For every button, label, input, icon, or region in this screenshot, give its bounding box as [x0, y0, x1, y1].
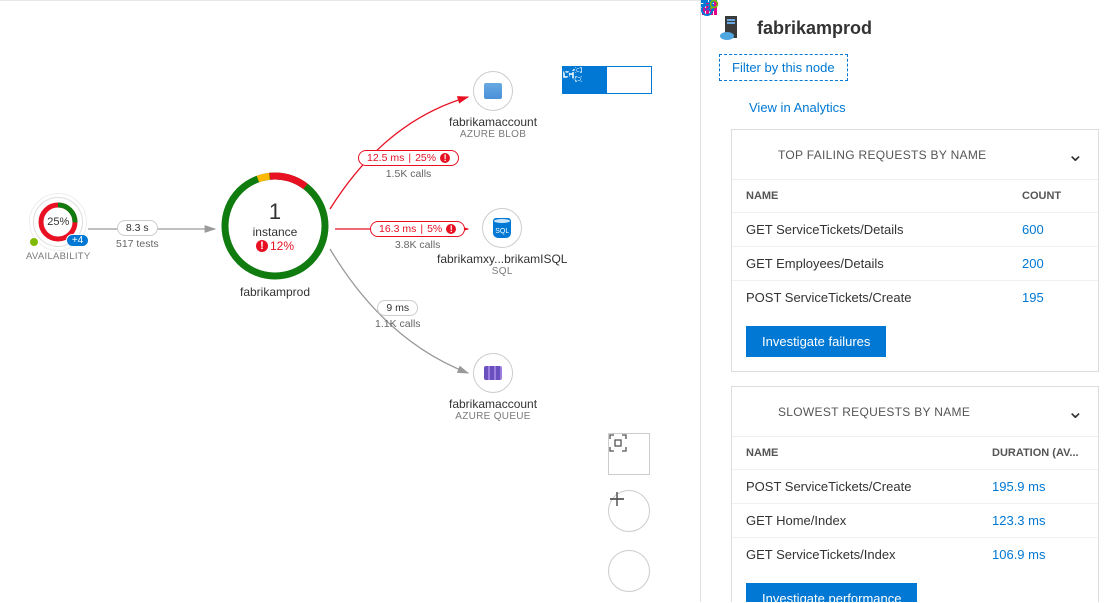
panel-header: fabrikamprod — [701, 0, 1109, 50]
view-mode-toggle — [562, 66, 652, 94]
instance-sub: instance — [253, 225, 298, 239]
blob-icon — [484, 83, 502, 99]
table-row[interactable]: POST ServiceTickets/Create195.9 ms — [732, 470, 1098, 504]
error-icon: ! — [440, 153, 450, 163]
table-row[interactable]: GET ServiceTickets/Details600 — [732, 213, 1098, 247]
table-row[interactable]: GET Home/Index123.3 ms — [732, 504, 1098, 538]
availability-label: AVAILABILITY — [26, 251, 91, 262]
instance-error-pct: 12% — [270, 239, 294, 253]
table-row[interactable]: POST ServiceTickets/Create195 — [732, 281, 1098, 315]
main-instance-node[interactable]: 1 instance !12% fabrikamprod — [220, 171, 330, 299]
card-header-failing[interactable]: TOP FAILING REQUESTS BY NAME ⌄ — [732, 130, 1098, 179]
performance-icon — [746, 400, 770, 424]
investigate-failures-button[interactable]: Investigate failures — [746, 326, 886, 357]
server-icon — [719, 14, 747, 42]
edge-label-blob: 12.5 ms|25%! 1.5K calls — [358, 149, 459, 180]
zoom-out-button[interactable] — [608, 550, 650, 592]
filter-by-node-button[interactable]: Filter by this node — [719, 54, 848, 81]
edge-latency: 8.3 s — [117, 220, 158, 236]
fit-to-screen-button[interactable] — [608, 433, 650, 475]
error-icon: ! — [256, 240, 268, 252]
slowest-requests-table: NAMEDURATION (AV... POST ServiceTickets/… — [732, 436, 1098, 571]
investigate-performance-button[interactable]: Investigate performance — [746, 583, 917, 602]
dependency-sql[interactable]: SQL fabrikamxy...brikamISQL SQL — [437, 208, 567, 277]
dependency-queue[interactable]: fabrikamaccount AZURE QUEUE — [449, 353, 537, 422]
chevron-down-icon: ⌄ — [1067, 399, 1084, 424]
edge-label-availability: 8.3 s 517 tests — [116, 219, 159, 250]
instance-name: fabrikamprod — [220, 285, 330, 299]
panel-title: fabrikamprod — [757, 18, 872, 39]
slowest-requests-card: SLOWEST REQUESTS BY NAME ⌄ NAMEDURATION … — [731, 386, 1099, 602]
application-map[interactable]: 25% +4 AVAILABILITY 8.3 s 517 tests 1 in… — [0, 0, 700, 602]
graph-icon — [563, 67, 583, 83]
details-panel: fabrikamprod Filter by this node View in… — [700, 0, 1109, 602]
analytics-icon — [719, 95, 743, 119]
globe-icon — [29, 237, 39, 247]
sql-icon: SQL — [493, 218, 511, 238]
queue-icon — [484, 366, 502, 380]
table-row[interactable]: GET Employees/Details200 — [732, 247, 1098, 281]
minus-icon — [608, 490, 626, 508]
view-in-analytics-link[interactable]: View in Analytics — [719, 95, 1091, 119]
graph-view-button[interactable] — [607, 67, 651, 93]
top-failing-requests-card: TOP FAILING REQUESTS BY NAME ⌄ NAMECOUNT… — [731, 129, 1099, 372]
availability-node[interactable]: 25% +4 AVAILABILITY — [26, 201, 91, 262]
edge-label-queue: 9 ms 1.1K calls — [375, 299, 421, 330]
chevron-down-icon: ⌄ — [1067, 142, 1084, 167]
availability-badge: +4 — [66, 234, 89, 247]
bar-chart-icon — [746, 143, 770, 167]
fit-icon — [609, 434, 627, 452]
edge-calls: 517 tests — [116, 238, 159, 250]
card-header-slowest[interactable]: SLOWEST REQUESTS BY NAME ⌄ — [732, 387, 1098, 436]
failing-requests-table: NAMECOUNT GET ServiceTickets/Details600 … — [732, 179, 1098, 314]
zoom-controls — [608, 490, 650, 592]
instance-count: 1 — [253, 199, 298, 225]
table-row[interactable]: GET ServiceTickets/Index106.9 ms — [732, 538, 1098, 572]
dependency-blob[interactable]: fabrikamaccount AZURE BLOB — [449, 71, 537, 140]
